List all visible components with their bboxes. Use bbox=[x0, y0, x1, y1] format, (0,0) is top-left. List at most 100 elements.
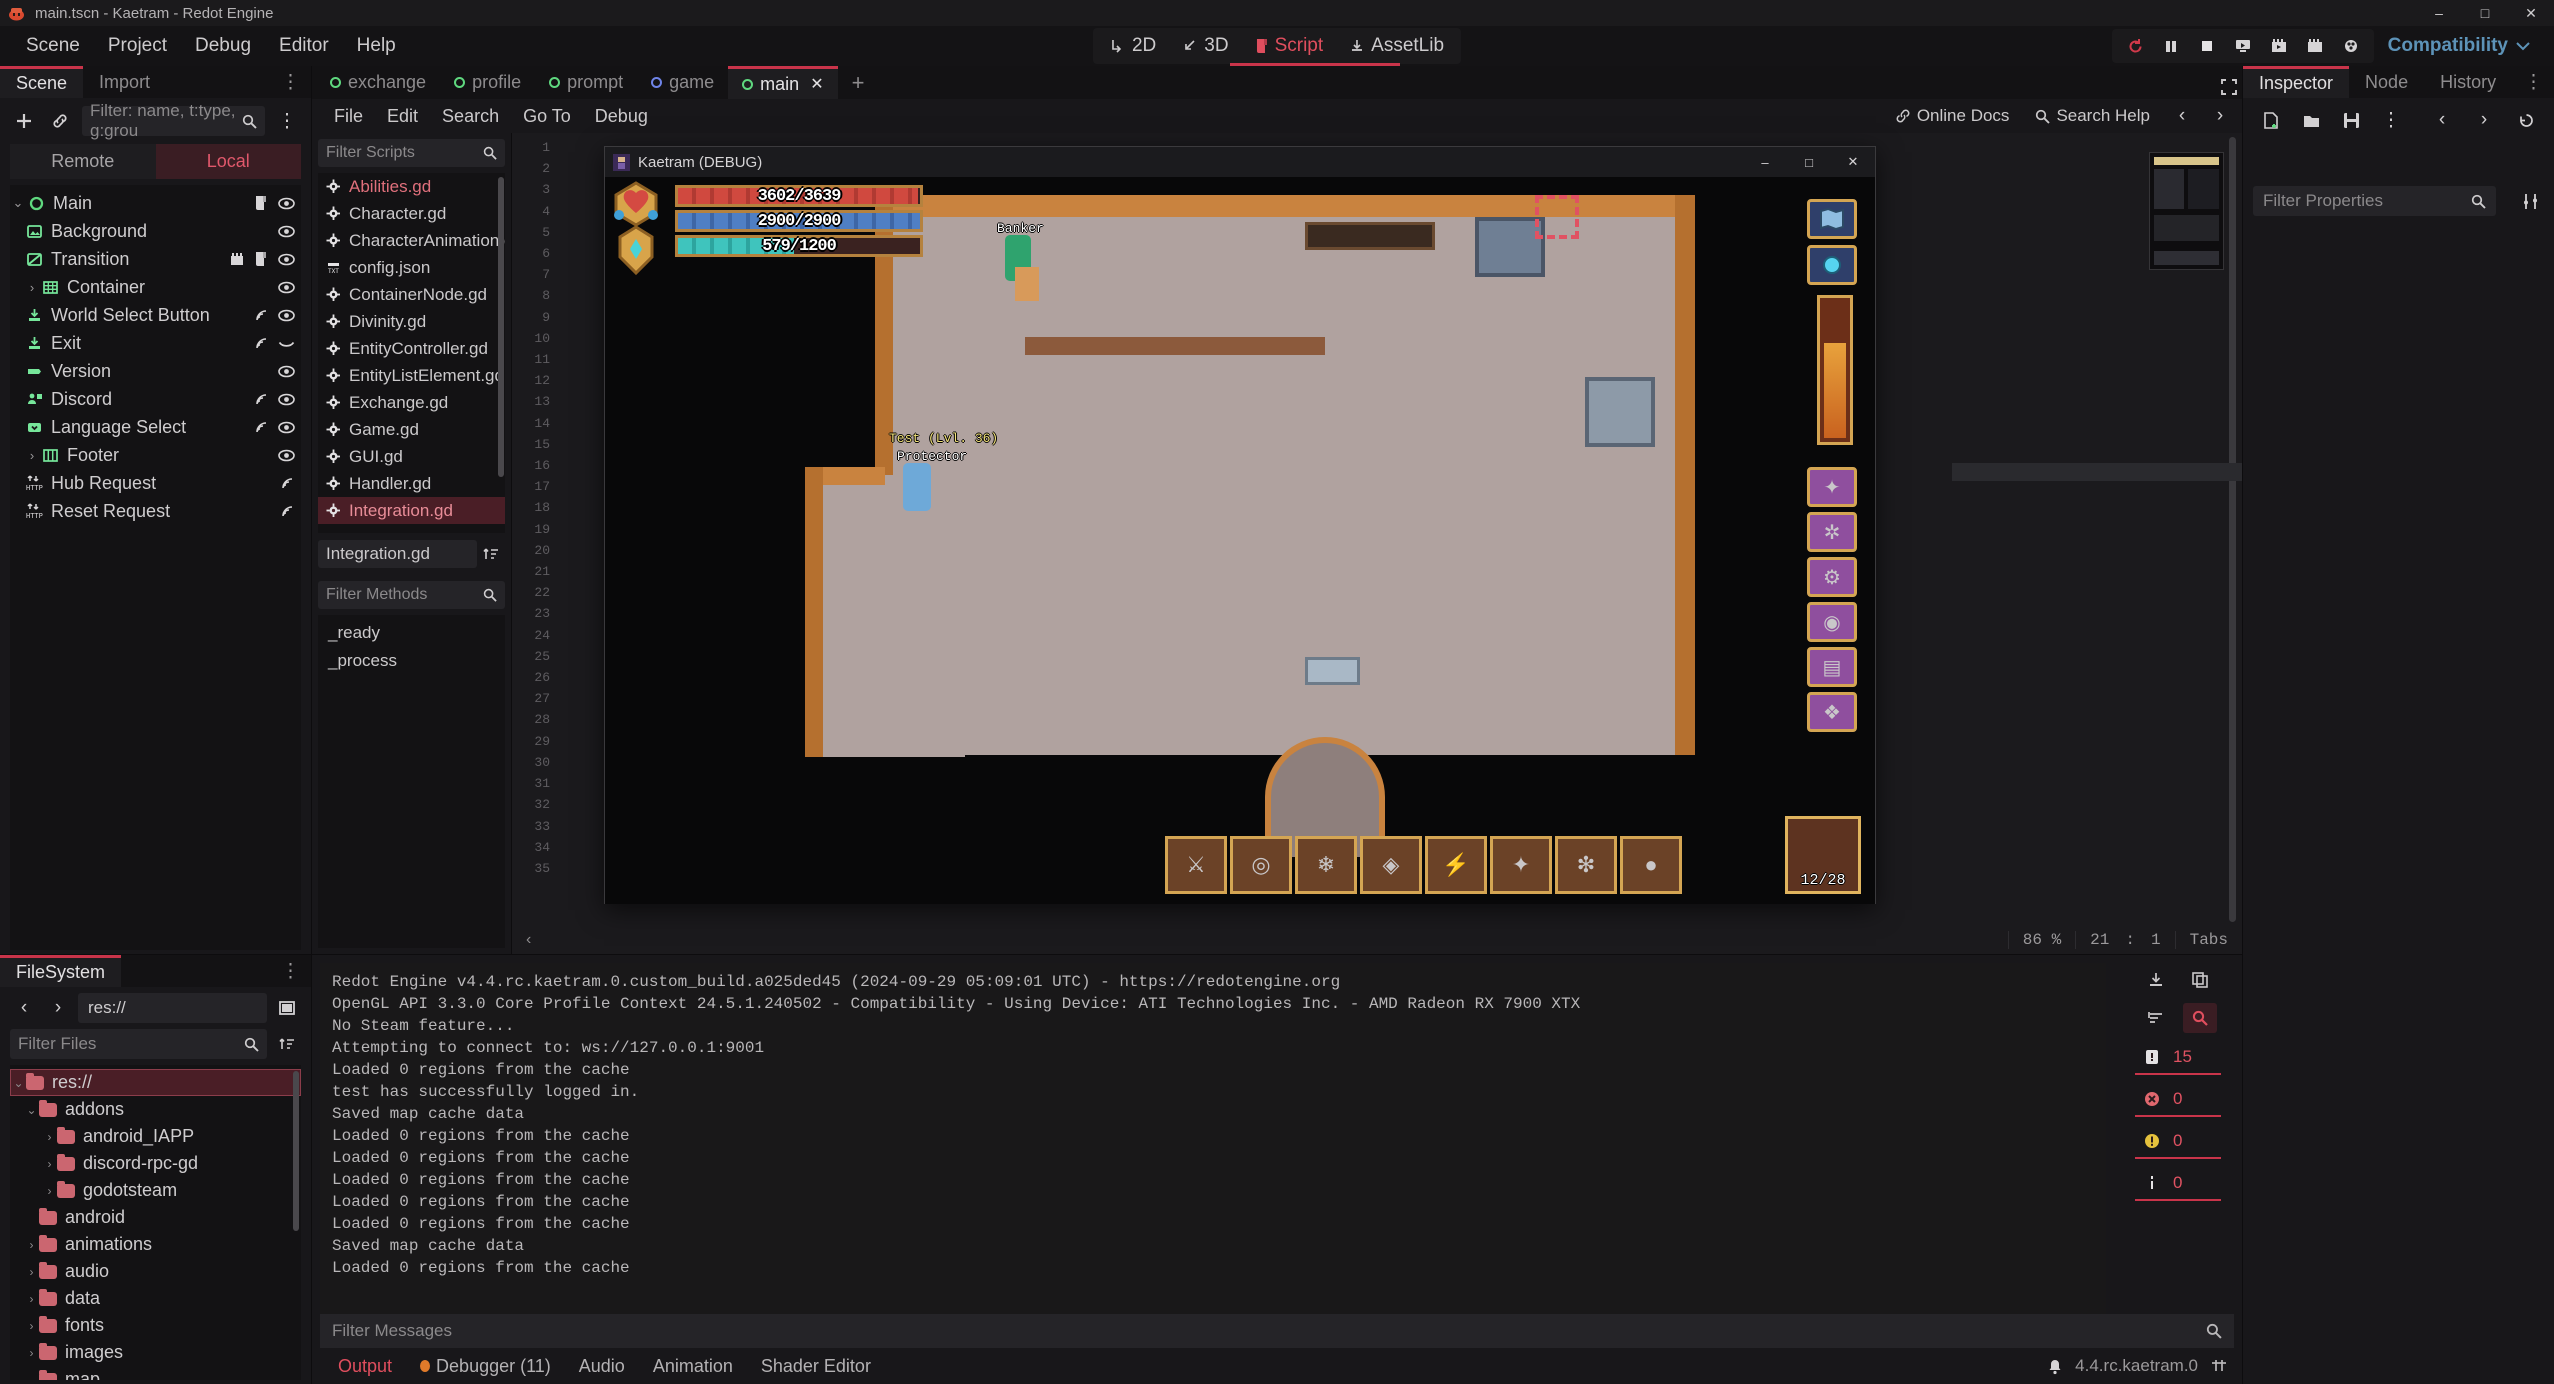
game-close-button[interactable]: ✕ bbox=[1831, 147, 1875, 177]
code-status-collapse-icon[interactable]: ‹ bbox=[512, 931, 531, 949]
game-side-button-quest[interactable] bbox=[1807, 245, 1857, 285]
methods-filter-input[interactable]: Filter Methods bbox=[318, 581, 505, 609]
menu-project[interactable]: Project bbox=[94, 30, 181, 62]
tab-3d[interactable]: 3D bbox=[1171, 30, 1239, 62]
scene-node-footer[interactable]: › Footer bbox=[10, 441, 301, 469]
renderer-selector[interactable]: Compatibility bbox=[2388, 35, 2530, 57]
save-resource-icon[interactable] bbox=[2337, 106, 2365, 134]
inspector-tools-icon[interactable] bbox=[2516, 187, 2544, 215]
visibility-icon[interactable] bbox=[278, 393, 295, 406]
counter-exclamation[interactable]: 15 bbox=[2135, 1041, 2221, 1075]
tab-inspector[interactable]: Inspector bbox=[2243, 66, 2350, 98]
expand-arrow[interactable]: › bbox=[24, 448, 40, 463]
property-filter-input[interactable]: Filter Properties bbox=[2253, 186, 2496, 216]
file-entry-animations[interactable]: › animations bbox=[10, 1231, 301, 1258]
game-minimize-button[interactable]: – bbox=[1743, 147, 1787, 177]
hidden-icon[interactable] bbox=[278, 337, 295, 350]
script-next-icon[interactable]: › bbox=[2206, 102, 2234, 130]
script-item-abilities[interactable]: Abilities.gd bbox=[318, 173, 505, 200]
script-badge-icon[interactable] bbox=[254, 251, 269, 267]
stop-icon[interactable] bbox=[2190, 32, 2224, 60]
file-entry-map[interactable]: ⌄ map bbox=[10, 1366, 301, 1380]
visibility-icon[interactable] bbox=[278, 421, 295, 434]
scene-node-main[interactable]: ⌄ Main bbox=[10, 189, 301, 217]
scene-options-icon[interactable]: ⋮ bbox=[273, 107, 301, 135]
script-menu-debug[interactable]: Debug bbox=[583, 102, 660, 131]
method-item-process[interactable]: _process bbox=[318, 647, 505, 675]
visibility-icon[interactable] bbox=[278, 225, 295, 238]
movie-icon[interactable] bbox=[2298, 32, 2332, 60]
run-current-icon[interactable] bbox=[2226, 32, 2260, 60]
expand-arrow[interactable]: › bbox=[24, 1346, 39, 1360]
back-icon[interactable]: ‹ bbox=[10, 994, 38, 1022]
close-button[interactable]: ✕ bbox=[2508, 0, 2554, 26]
script-menu-edit[interactable]: Edit bbox=[375, 102, 430, 131]
visibility-icon[interactable] bbox=[278, 309, 295, 322]
script-badge-icon[interactable] bbox=[254, 195, 269, 211]
inspector-options-icon[interactable]: ⋮ bbox=[2377, 106, 2405, 134]
script-prev-icon[interactable]: ‹ bbox=[2168, 102, 2196, 130]
expand-arrow[interactable]: › bbox=[42, 1157, 57, 1171]
visibility-icon[interactable] bbox=[278, 449, 295, 462]
file-entry-android[interactable]: android bbox=[10, 1204, 301, 1231]
copy-output-icon[interactable] bbox=[2183, 965, 2217, 995]
player-sprite[interactable] bbox=[903, 463, 931, 511]
visibility-icon[interactable] bbox=[278, 281, 295, 294]
maximize-button[interactable]: □ bbox=[2462, 0, 2508, 26]
action-slot[interactable]: ❄ bbox=[1295, 836, 1357, 894]
scene-dock-menu-icon[interactable]: ⋮ bbox=[281, 71, 311, 94]
bell-icon[interactable] bbox=[2047, 1358, 2063, 1375]
file-entry-discord-rpc-gd[interactable]: › discord-rpc-gd bbox=[10, 1150, 301, 1177]
line-number[interactable]: 21 bbox=[2075, 931, 2123, 949]
script-item-divinity[interactable]: Divinity.gd bbox=[318, 308, 505, 335]
expand-arrow[interactable]: › bbox=[42, 1184, 57, 1198]
resize-handle-icon[interactable] bbox=[2210, 1359, 2228, 1373]
script-item-game[interactable]: Game.gd bbox=[318, 416, 505, 443]
script-tab-profile[interactable]: profile bbox=[440, 66, 535, 99]
script-item-character[interactable]: Character.gd bbox=[318, 200, 505, 227]
inspector-forward-icon[interactable]: › bbox=[2470, 106, 2498, 134]
sort-icon[interactable] bbox=[273, 1030, 301, 1058]
counter-warnings[interactable]: 0 bbox=[2135, 1125, 2221, 1159]
script-item-exchange[interactable]: Exchange.gd bbox=[318, 389, 505, 416]
open-resource-icon[interactable] bbox=[2297, 106, 2325, 134]
new-resource-icon[interactable] bbox=[2257, 106, 2285, 134]
file-entry-fonts[interactable]: › fonts bbox=[10, 1312, 301, 1339]
counter-info[interactable]: 0 bbox=[2135, 1167, 2221, 1201]
file-tree-scrollbar[interactable] bbox=[293, 1071, 299, 1231]
file-entry-godotsteam[interactable]: › godotsteam bbox=[10, 1177, 301, 1204]
tab-2d[interactable]: 2D bbox=[1099, 30, 1167, 62]
add-node-button[interactable] bbox=[10, 107, 38, 135]
tab-audio[interactable]: Audio bbox=[565, 1350, 639, 1383]
visibility-icon[interactable] bbox=[278, 197, 295, 210]
menu-editor[interactable]: Editor bbox=[265, 30, 343, 62]
file-entry-android-iapp[interactable]: › android_IAPP bbox=[10, 1123, 301, 1150]
game-menu-quests[interactable]: ⚙ bbox=[1807, 557, 1857, 597]
scene-node-language-select[interactable]: Language Select bbox=[10, 413, 301, 441]
film-icon[interactable] bbox=[2334, 32, 2368, 60]
tab-script[interactable]: Script bbox=[1244, 30, 1335, 62]
scene-node-world-select-button[interactable]: World Select Button bbox=[10, 301, 301, 329]
scene-node-transition[interactable]: Transition bbox=[10, 245, 301, 273]
game-menu-equipment[interactable]: ▤ bbox=[1807, 647, 1857, 687]
column-number[interactable]: 1 bbox=[2137, 931, 2175, 949]
tab-local[interactable]: Local bbox=[155, 144, 301, 179]
current-script-name[interactable]: Integration.gd bbox=[318, 540, 477, 568]
game-viewport[interactable]: 3602/3639 2900/2900 579/1200 Banker Test… bbox=[605, 177, 1875, 904]
reload-icon[interactable] bbox=[2118, 32, 2152, 60]
expand-all-icon[interactable] bbox=[2139, 1003, 2173, 1033]
search-output-icon[interactable] bbox=[2183, 1003, 2217, 1033]
script-list-scrollbar[interactable] bbox=[498, 177, 504, 477]
script-item-entitylistelement[interactable]: EntityListElement.gd bbox=[318, 362, 505, 389]
script-item-gui[interactable]: GUI.gd bbox=[318, 443, 505, 470]
path-display[interactable]: res:// bbox=[78, 993, 267, 1023]
file-entry-root[interactable]: ⌄ res:// bbox=[10, 1069, 301, 1096]
file-filter-input[interactable]: Filter Files bbox=[10, 1029, 267, 1059]
action-slot[interactable]: ⚔ bbox=[1165, 836, 1227, 894]
game-side-button-map[interactable] bbox=[1807, 199, 1857, 239]
filesystem-menu-icon[interactable]: ⋮ bbox=[281, 960, 311, 983]
menu-scene[interactable]: Scene bbox=[12, 30, 94, 62]
script-menu-file[interactable]: File bbox=[322, 102, 375, 131]
expand-arrow[interactable]: › bbox=[24, 1238, 39, 1252]
script-tab-main[interactable]: main ✕ bbox=[728, 66, 838, 99]
